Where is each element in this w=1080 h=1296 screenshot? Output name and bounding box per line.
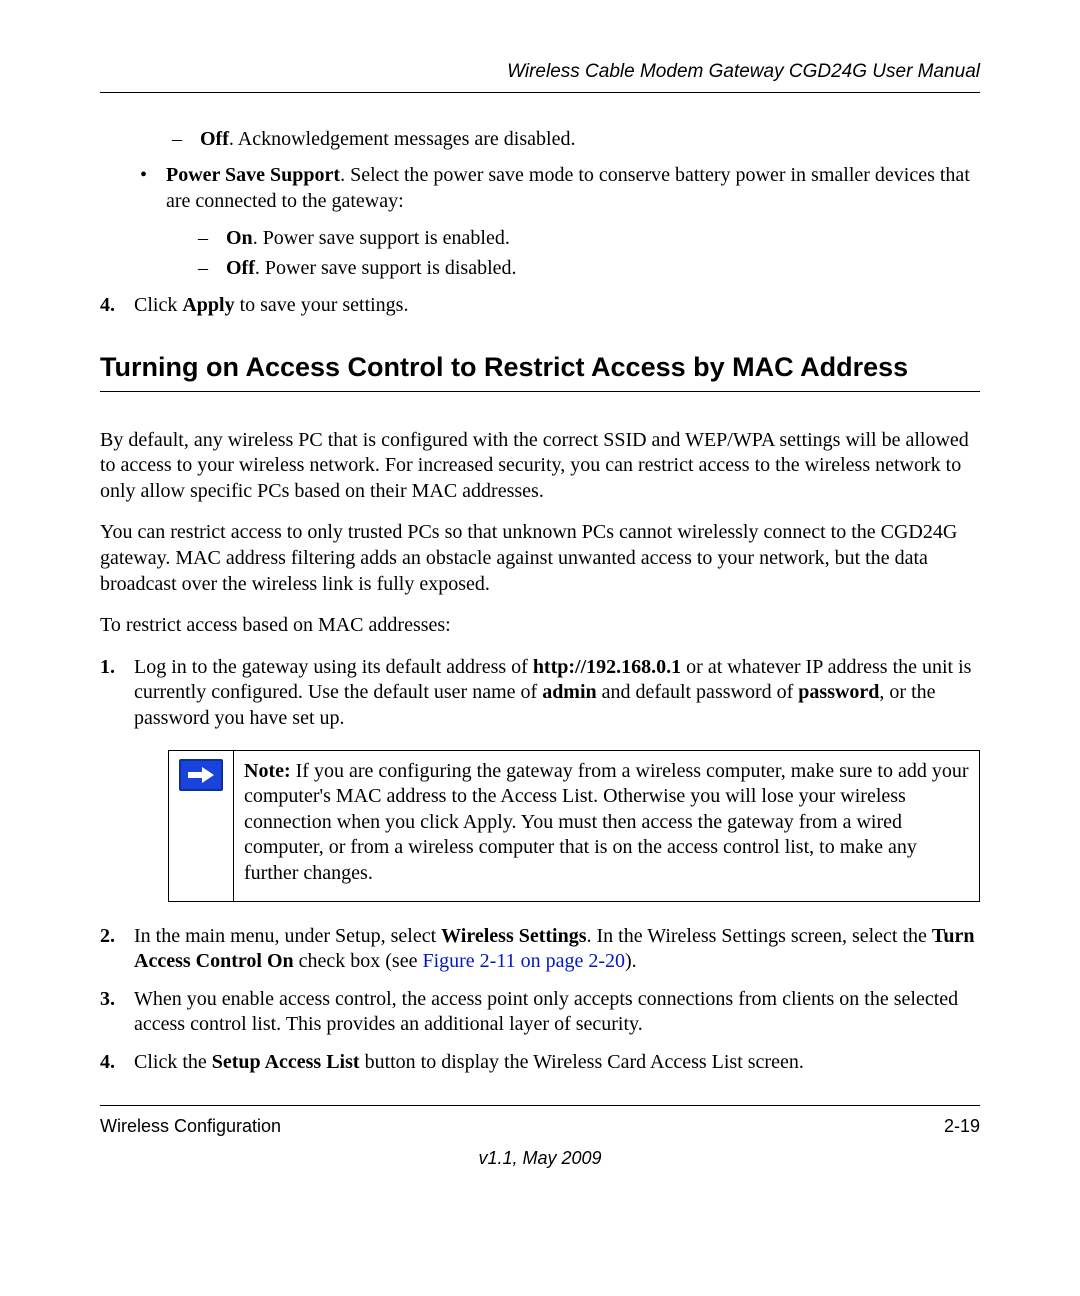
footer-page-number: 2-19: [944, 1115, 980, 1138]
sub-list-ack: Off. Acknowledgement messages are disabl…: [172, 127, 980, 153]
option-on-label: On: [226, 227, 253, 249]
note-text: If you are configuring the gateway from …: [244, 760, 969, 884]
footer-row: Wireless Configuration 2-19: [100, 1115, 980, 1138]
paragraph: You can restrict access to only trusted …: [100, 520, 980, 597]
setup-access-list-label: Setup Access List: [212, 1051, 360, 1073]
text: . In the Wireless Settings screen, selec…: [587, 925, 932, 947]
note-box: Note: If you are configuring the gateway…: [168, 750, 980, 902]
paragraph: To restrict access based on MAC addresse…: [100, 613, 980, 639]
ordered-list-prior: Click Apply to save your settings.: [100, 293, 980, 319]
option-off-label: Off: [200, 128, 229, 150]
text: ).: [625, 950, 637, 972]
list-item-power-save: Power Save Support. Select the power sav…: [140, 163, 980, 281]
text: In the main menu, under Setup, select: [134, 925, 441, 947]
ordered-list-steps: Log in to the gateway using its default …: [100, 655, 980, 1076]
text: Click the: [134, 1051, 212, 1073]
text: and default password of: [597, 681, 799, 703]
arrow-right-icon: [179, 759, 223, 791]
text: Click: [134, 294, 182, 316]
step-4: Click the Setup Access List button to di…: [100, 1050, 980, 1076]
footer-rule: [100, 1105, 980, 1106]
list-item: Off. Power save support is disabled.: [198, 256, 980, 282]
apply-label: Apply: [182, 294, 234, 316]
list-item: Off. Acknowledgement messages are disabl…: [172, 127, 980, 153]
step-2: In the main menu, under Setup, select Wi…: [100, 924, 980, 975]
bullet-list: Power Save Support. Select the power sav…: [140, 163, 980, 281]
option-off-label: Off: [226, 257, 255, 279]
note-body: Note: If you are configuring the gateway…: [234, 750, 980, 901]
step-4-apply: Click Apply to save your settings.: [100, 293, 980, 319]
power-save-label: Power Save Support: [166, 164, 340, 186]
sub-list-power-save: On. Power save support is enabled. Off. …: [198, 226, 980, 281]
note-icon-cell: [169, 750, 234, 901]
page-header: Wireless Cable Modem Gateway CGD24G User…: [100, 60, 980, 93]
url-text: http://192.168.0.1: [533, 656, 681, 678]
option-off-text: . Power save support is disabled.: [255, 257, 517, 279]
section-rule: [100, 391, 980, 392]
text: button to display the Wireless Card Acce…: [360, 1051, 804, 1073]
paragraph: By default, any wireless PC that is conf…: [100, 428, 980, 505]
footer-section-name: Wireless Configuration: [100, 1115, 281, 1138]
wireless-settings-label: Wireless Settings: [441, 925, 586, 947]
text: Log in to the gateway using its default …: [134, 656, 533, 678]
step-3: When you enable access control, the acce…: [100, 987, 980, 1038]
option-off-text: . Acknowledgement messages are disabled.: [229, 128, 576, 150]
user-text: admin: [542, 681, 596, 703]
note-label: Note:: [244, 760, 291, 782]
footer-version: v1.1, May 2009: [0, 1147, 1080, 1170]
list-item: On. Power save support is enabled.: [198, 226, 980, 252]
step-1: Log in to the gateway using its default …: [100, 655, 980, 902]
note-table: Note: If you are configuring the gateway…: [168, 750, 980, 902]
text: to save your settings.: [235, 294, 409, 316]
figure-xref-link[interactable]: Figure 2-11 on page 2-20: [422, 950, 625, 972]
text: check box (see: [294, 950, 423, 972]
password-text: password: [798, 681, 879, 703]
option-on-text: . Power save support is enabled.: [253, 227, 510, 249]
section-heading: Turning on Access Control to Restrict Ac…: [100, 351, 980, 385]
